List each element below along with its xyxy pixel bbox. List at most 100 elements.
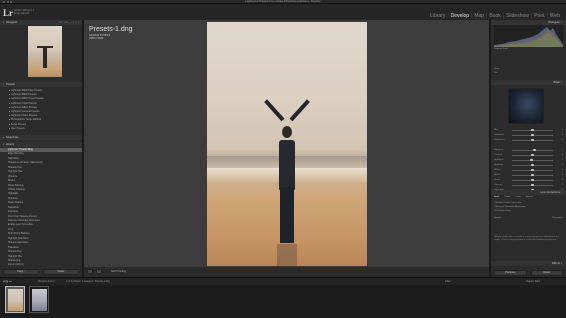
slider-knob[interactable]	[531, 183, 534, 187]
slider-value[interactable]: 0	[562, 138, 563, 142]
module-library[interactable]: Library	[428, 13, 447, 19]
module-picker: Library | Develop | Map | Book | Slidesh…	[428, 13, 562, 19]
lens-tabs: Basic Profile Color Manual	[494, 196, 563, 200]
effects-title: Effects	[552, 262, 560, 265]
slider-shadows[interactable]: Shadows 0	[494, 163, 563, 167]
slider-exposure[interactable]: Exposure 0	[494, 148, 563, 152]
paste-button[interactable]: Paste	[43, 269, 79, 275]
slider-knob[interactable]	[530, 158, 534, 162]
slider-highlights[interactable]: Highlights 0	[494, 158, 563, 162]
histogram-title: Histogram	[548, 21, 560, 24]
slider-knob[interactable]	[531, 178, 534, 182]
basic-header[interactable]: Basic ▾	[491, 80, 566, 85]
collapse-triangle-icon: ▾	[560, 21, 562, 24]
color-swatch[interactable]	[508, 88, 544, 124]
slider-hue[interactable]: Hue 0	[494, 128, 563, 132]
history-header[interactable]: ▾ History	[0, 142, 82, 147]
slider-contrast[interactable]: Contrast 0	[494, 153, 563, 157]
slider-knob[interactable]	[531, 153, 534, 157]
slider-label: Saturation	[494, 134, 504, 136]
history-step[interactable]: Import (4/2/12)	[0, 263, 82, 267]
slider-value[interactable]: 0	[562, 153, 563, 157]
module-book[interactable]: Book	[487, 13, 502, 19]
slider-blacks[interactable]: Blacks 0	[494, 173, 563, 177]
zoom-fill[interactable]: FILL	[65, 21, 69, 26]
module-web[interactable]: Web	[548, 13, 562, 19]
previous-button[interactable]: Previous	[494, 270, 527, 276]
tint-row: Tint	[494, 72, 498, 74]
slider-label: Luminance	[494, 139, 505, 141]
collapse-triangle-icon: ▾	[3, 21, 5, 24]
constrain-crop-checkbox[interactable]: ☐ Constrain Crop	[494, 210, 563, 214]
module-slideshow[interactable]: Slideshow	[504, 13, 531, 19]
slider-knob[interactable]	[531, 168, 534, 172]
slider-knob[interactable]	[531, 133, 534, 137]
slider-value[interactable]: 0	[562, 163, 563, 167]
reanalyze-button[interactable]: Reanalyze	[553, 217, 563, 221]
slider-value[interactable]: 0	[562, 168, 563, 172]
slider-value[interactable]: 0	[562, 158, 563, 162]
slider-value[interactable]: 0	[562, 133, 563, 137]
soft-proofing-toggle[interactable]: Soft Proofing	[111, 269, 126, 274]
slider-value[interactable]: 0	[562, 183, 563, 187]
lens-tab-color[interactable]: Color	[516, 196, 521, 200]
slider-label: Shadows	[494, 164, 503, 166]
navigator-header[interactable]: ▾ Navigator FIT FILL 1:1 3:1	[0, 20, 82, 25]
slider-knob[interactable]	[531, 173, 534, 177]
image-view[interactable]: Presets-1.dng 16/10/10 15:58:14 3456 x 5…	[84, 20, 489, 267]
slider-value[interactable]: 0	[562, 178, 563, 182]
navigator-preview[interactable]	[28, 26, 62, 77]
module-develop[interactable]: Develop	[449, 13, 471, 19]
preset-folder[interactable]: ▸ User Presets	[2, 127, 80, 131]
right-panel: Histogram ▾ Original Photo Temp Tint Bas…	[491, 20, 566, 277]
filmstrip-thumbnail[interactable]	[5, 286, 25, 313]
photo-head	[282, 126, 292, 138]
slider-knob[interactable]	[531, 128, 534, 132]
loupe-view-icon[interactable]	[87, 269, 93, 274]
lens-corrections-header[interactable]: Lens Corrections ▾	[491, 190, 566, 195]
slider-label: Blacks	[494, 174, 501, 176]
photo-legs	[280, 187, 294, 243]
lens-tab-profile[interactable]: Profile	[504, 196, 510, 200]
main-photo[interactable]	[207, 22, 367, 266]
zoom-3-1[interactable]: 3:1	[76, 21, 79, 26]
snapshots-header[interactable]: ▸ Snapshots	[0, 135, 82, 140]
left-panel: ▾ Navigator FIT FILL 1:1 3:1 ▾ Presets ▸…	[0, 20, 82, 277]
navigator-figure	[43, 48, 47, 68]
lens-corrections-title: Lens Corrections	[540, 191, 560, 194]
identity-text: Adobe Lightroom 4 Serge Ramelli	[14, 9, 34, 15]
lens-tab-manual[interactable]: Manual	[526, 196, 533, 200]
expand-triangle-icon: ▸	[3, 136, 5, 139]
slider-label: Clarity	[494, 179, 501, 181]
filmstrip-thumbnail[interactable]	[29, 286, 49, 313]
snapshots-title: Snapshots	[6, 136, 19, 139]
slider-whites[interactable]: Whites 0	[494, 168, 563, 172]
module-print[interactable]: Print	[532, 13, 546, 19]
reset-button[interactable]: Reset	[530, 270, 563, 276]
upright-row: Upright Reanalyze	[494, 217, 563, 221]
identity-line-2: Serge Ramelli	[14, 12, 30, 15]
slider-vibrance[interactable]: Vibrance 0	[494, 183, 563, 187]
slider-luminance[interactable]: Luminance 0	[494, 138, 563, 142]
copy-button[interactable]: Copy...	[3, 269, 39, 275]
enable-profile-checkbox[interactable]: ☐ Enable Profile Corrections	[494, 202, 563, 206]
zoom-1-1[interactable]: 1:1	[71, 21, 74, 26]
remove-ca-checkbox[interactable]: ☐ Remove Chromatic Aberration	[494, 206, 563, 210]
slider-value[interactable]: 0	[562, 173, 563, 177]
effects-header[interactable]: Effects ◂	[491, 261, 566, 266]
slider-label: Contrast	[494, 154, 503, 156]
histogram[interactable]	[494, 25, 563, 47]
slider-value[interactable]: 0	[562, 148, 563, 152]
slider-saturation[interactable]: Saturation 0	[494, 133, 563, 137]
presets-header[interactable]: ▾ Presets	[0, 82, 82, 87]
temp-row: Temp	[494, 68, 500, 70]
module-map[interactable]: Map	[472, 13, 486, 19]
slider-knob[interactable]	[531, 138, 534, 142]
slider-knob[interactable]	[533, 148, 536, 152]
slider-clarity[interactable]: Clarity 0	[494, 178, 563, 182]
slider-knob[interactable]	[531, 163, 534, 167]
slider-value[interactable]: 0	[562, 128, 563, 132]
before-after-icon[interactable]	[96, 269, 102, 274]
history-list: Lightroom Presets Blog Edge Blending Sat…	[0, 148, 82, 268]
lens-tab-basic[interactable]: Basic	[494, 196, 499, 200]
